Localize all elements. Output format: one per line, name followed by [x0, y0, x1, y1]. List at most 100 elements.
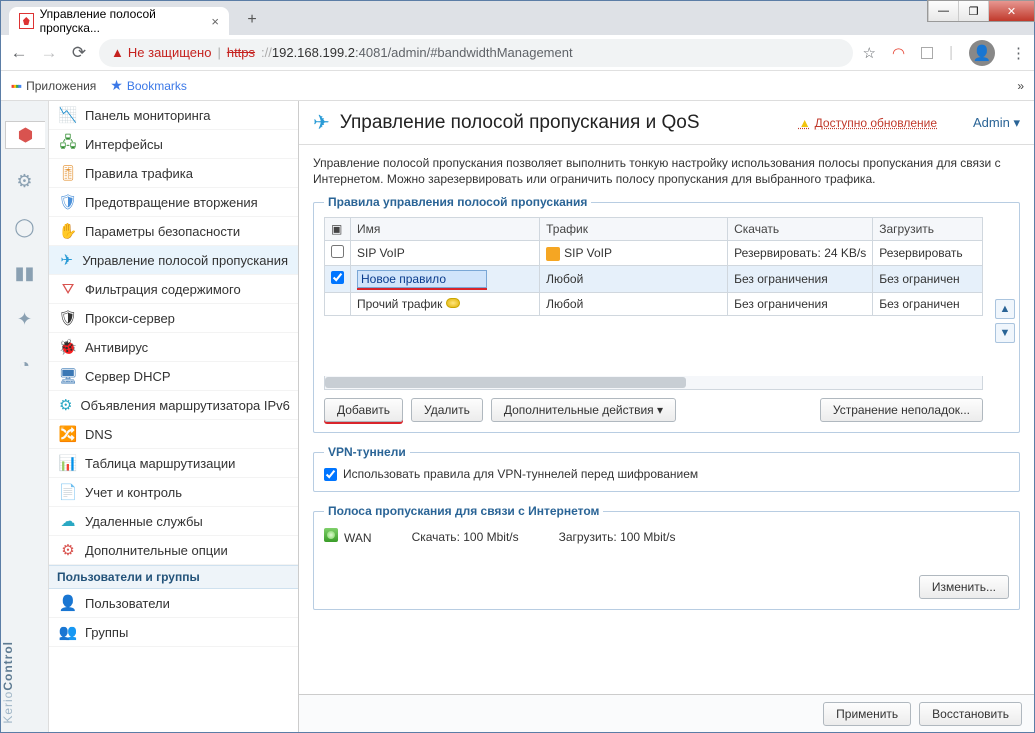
- col-upload[interactable]: Загрузить: [873, 218, 983, 241]
- sidebar-item[interactable]: 👥Группы: [49, 618, 298, 647]
- add-button[interactable]: Добавить: [324, 398, 403, 422]
- address-field[interactable]: ▲ Не защищено | https ://192.168.199.2:4…: [99, 39, 853, 67]
- upload-cell: Без ограничен: [873, 293, 983, 316]
- more-actions-button[interactable]: Дополнительные действия ▾: [491, 398, 676, 422]
- sidebar-item[interactable]: 📉Панель мониторинга: [49, 101, 298, 130]
- rail-shield-icon[interactable]: ⬢: [5, 121, 45, 149]
- rail-gear-icon[interactable]: ⚙: [11, 167, 39, 195]
- sidebar-icon: ⚙: [59, 396, 72, 414]
- apply-button[interactable]: Применить: [823, 702, 911, 726]
- sidebar-icon: 🛡: [59, 309, 77, 327]
- rules-button-row: Добавить Удалить Дополнительные действия…: [324, 398, 983, 422]
- upload-info: Загрузить: 100 Mbit/s: [559, 530, 676, 544]
- bookmarks-folder[interactable]: ★ Bookmarks: [110, 77, 187, 94]
- change-button[interactable]: Изменить...: [919, 575, 1009, 599]
- row-checkbox[interactable]: [331, 271, 344, 284]
- overflow-button[interactable]: »: [1017, 79, 1024, 93]
- back-button[interactable]: ←: [9, 43, 29, 63]
- star-icon: ★: [110, 77, 123, 94]
- sidebar-item-label: Правила трафика: [85, 166, 193, 181]
- sidebar-item-label: Дополнительные опции: [85, 543, 228, 558]
- update-available-link[interactable]: ▲ Доступно обновление: [799, 116, 937, 130]
- col-traffic[interactable]: Трафик: [540, 218, 728, 241]
- sidebar-icon: 🖧: [59, 135, 77, 153]
- sidebar-item[interactable]: 🎚Правила трафика: [49, 159, 298, 188]
- apps-button[interactable]: ▪▪▪▪ Приложения: [11, 79, 96, 93]
- admin-menu[interactable]: Admin ▾: [973, 115, 1020, 131]
- wan-row: WAN Скачать: 100 Mbit/s Загрузить: 100 M…: [324, 526, 1009, 547]
- forward-button[interactable]: →: [39, 43, 59, 63]
- col-download[interactable]: Скачать: [728, 218, 873, 241]
- warning-icon: ▲: [111, 45, 124, 60]
- rule-name-input[interactable]: [357, 270, 487, 288]
- left-rail: ⬢ ⚙ ◯ ▮▮ ✦ ◔ KerioControl: [1, 101, 49, 732]
- sidebar-item-label: Пользователи: [85, 596, 170, 611]
- lamp-icon: [446, 298, 460, 308]
- sidebar-icon: ✋: [59, 222, 77, 240]
- table-header-row: ▣ Имя Трафик Скачать Загрузить: [325, 218, 983, 241]
- profile-avatar-icon[interactable]: 👤: [969, 40, 995, 66]
- sidebar-item[interactable]: 📄 Учет и контроль: [49, 478, 298, 507]
- sidebar-icon: ⛛: [59, 280, 77, 298]
- browser-tab[interactable]: Управление полосой пропуска... ×: [9, 7, 229, 35]
- sidebar-item[interactable]: 👤Пользователи: [49, 589, 298, 618]
- sidebar-item[interactable]: 🐞Антивирус: [49, 333, 298, 362]
- restore-button[interactable]: Восстановить: [919, 702, 1022, 726]
- troubleshoot-button[interactable]: Устранение неполадок...: [820, 398, 983, 422]
- sidebar-item[interactable]: ✋Параметры безопасности: [49, 217, 298, 246]
- bookmarks-bar: ▪▪▪▪ Приложения ★ Bookmarks »: [1, 71, 1034, 101]
- sidebar-item-label: Антивирус: [85, 340, 148, 355]
- sidebar-item[interactable]: ☁Удаленные службы: [49, 507, 298, 536]
- sidebar-item[interactable]: 📊Таблица маршрутизации: [49, 449, 298, 478]
- sidebar-item[interactable]: 🖧 Интерфейсы: [49, 130, 298, 159]
- sidebar-item-label: Управление полосой пропускания: [82, 253, 288, 268]
- col-name[interactable]: Имя: [351, 218, 540, 241]
- sidebar-item[interactable]: ⚙ Объявления маршрутизатора IPv6: [49, 391, 298, 420]
- star-icon[interactable]: ☆: [863, 44, 876, 62]
- reload-button[interactable]: ⟳: [69, 43, 89, 63]
- horizontal-scrollbar[interactable]: [324, 376, 983, 390]
- sidebar-item-label: Объявления маршрутизатора IPv6: [80, 398, 289, 413]
- table-row[interactable]: SIP VoIP SIP VoIP Резервировать: 24 KB/s…: [325, 241, 983, 266]
- tab-close-icon[interactable]: ×: [211, 14, 219, 29]
- sidebar-item[interactable]: 🛡 Предотвращение вторжения: [49, 188, 298, 217]
- vpn-checkbox[interactable]: [324, 468, 337, 481]
- window-maximize-button[interactable]: ❐: [958, 1, 988, 21]
- vpn-checkbox-label: Использовать правила для VPN-туннелей пе…: [343, 467, 698, 481]
- window-close-button[interactable]: ✕: [988, 1, 1034, 21]
- sidebar-icon: 📄: [59, 483, 77, 501]
- rail-pie-icon[interactable]: ◔: [11, 351, 39, 379]
- vpn-checkbox-row[interactable]: Использовать правила для VPN-туннелей пе…: [324, 467, 1009, 481]
- sidebar-item[interactable]: 🛡Прокси-сервер: [49, 304, 298, 333]
- ext-icon[interactable]: [921, 47, 933, 59]
- rail-stats-icon[interactable]: ▮▮: [11, 259, 39, 287]
- rail-star-icon[interactable]: ✦: [11, 305, 39, 333]
- footer-bar: Применить Восстановить: [299, 694, 1034, 732]
- sidebar-icon: 🖥: [59, 367, 77, 385]
- window-minimize-button[interactable]: —: [928, 1, 958, 21]
- sidebar-item[interactable]: ⚙Дополнительные опции: [49, 536, 298, 565]
- sidebar-item-label: Учет и контроль: [85, 485, 182, 500]
- sidebar-item[interactable]: 🖥Сервер DHCP: [49, 362, 298, 391]
- sidebar-item[interactable]: 🔀DNS: [49, 420, 298, 449]
- delete-button[interactable]: Удалить: [411, 398, 483, 422]
- rail-ring-icon[interactable]: ◯: [11, 213, 39, 241]
- sidebar-item-label: Панель мониторинга: [85, 108, 211, 123]
- new-tab-button[interactable]: +: [239, 7, 265, 33]
- upload-cell: Резервировать: [873, 241, 983, 266]
- move-up-button[interactable]: ▲: [995, 299, 1015, 319]
- sidebar-item-label: Предотвращение вторжения: [85, 195, 258, 210]
- move-down-button[interactable]: ▼: [995, 323, 1015, 343]
- brand-label: KerioControl: [1, 641, 48, 724]
- menu-icon[interactable]: ⋮: [1011, 44, 1026, 62]
- tab-title: Управление полосой пропуска...: [40, 7, 202, 35]
- sidebar-item[interactable]: ✈Управление полосой пропускания: [49, 246, 298, 275]
- table-row[interactable]: Прочий трафик Любой Без ограничения Без …: [325, 293, 983, 316]
- table-row[interactable]: Любой Без ограничения Без ограничен: [325, 266, 983, 293]
- sidebar-item-label: Интерфейсы: [85, 137, 163, 152]
- cloud-icon[interactable]: ◠: [892, 44, 905, 62]
- sidebar-item[interactable]: ⛛Фильтрация содержимого: [49, 275, 298, 304]
- sidebar-icon: 🛡: [59, 193, 77, 211]
- checkbox-header[interactable]: ▣: [325, 218, 351, 241]
- row-checkbox[interactable]: [331, 245, 344, 258]
